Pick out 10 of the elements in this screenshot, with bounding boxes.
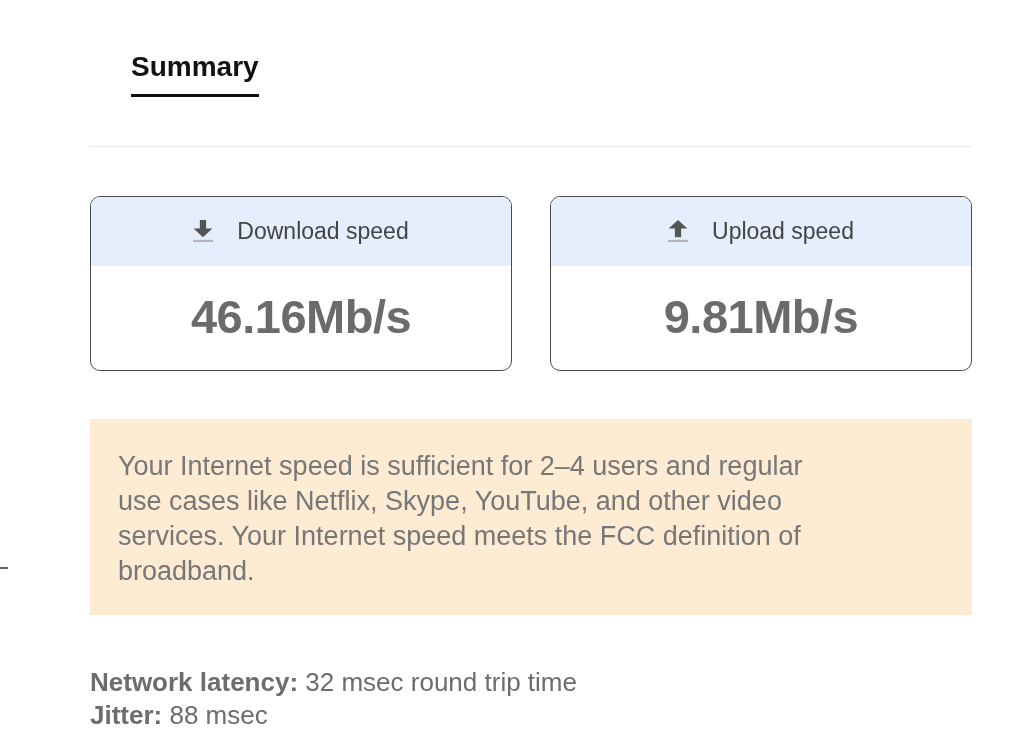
stat-line: Jitter: 88 msec [90, 698, 269, 732]
speed-label: Download speed [237, 216, 409, 246]
speed-label: Upload speed [712, 216, 854, 246]
speed-value: 9.81Mb/s [663, 289, 859, 346]
speed-notice: Your Internet speed is sufficient for 2–4 users and regular use cases like Netflix, Skype, YouTube, and other video services. Your Internet speed meets the FCC definition of broadband. [90, 418, 972, 615]
upload-arrow-icon [668, 220, 688, 243]
summary-tab[interactable]: Summary [131, 50, 259, 97]
speed-value: 46.16Mb/s [190, 289, 412, 346]
download-arrow-icon [193, 220, 214, 243]
stat-line: Network latency: 32 msec round trip time [90, 665, 578, 699]
